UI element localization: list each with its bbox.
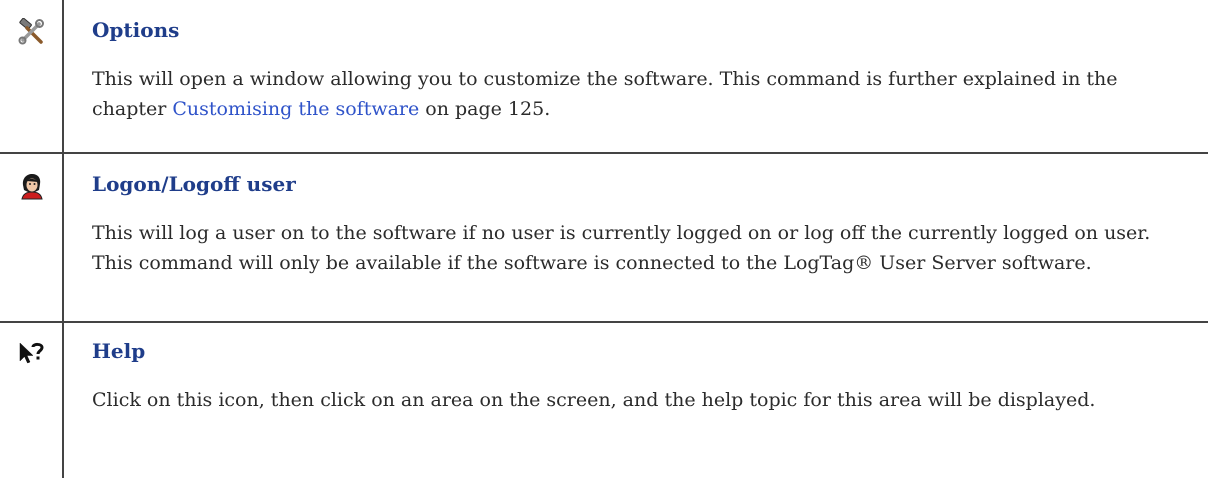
user-logon-icon — [18, 172, 44, 200]
text-cell: Help Click on this icon, then click on a… — [64, 323, 1208, 478]
command-description: Click on this icon, then click on an are… — [92, 389, 1096, 411]
text-cell: Logon/Logoff user This will log a user o… — [64, 154, 1208, 321]
command-title: Logon/Logoff user — [92, 172, 296, 196]
command-title: Help — [92, 339, 146, 363]
help-pointer-icon — [17, 341, 45, 367]
command-description: This will log a user on to the software … — [92, 222, 1151, 274]
icon-cell — [0, 154, 64, 321]
icon-cell — [0, 0, 64, 152]
description-text-after: on page 125. — [419, 98, 551, 120]
command-row-options: Options This will open a window allowing… — [0, 0, 1208, 154]
command-table: Options This will open a window allowing… — [0, 0, 1208, 478]
command-description: This will open a window allowing you to … — [92, 64, 1194, 124]
tools-icon — [17, 18, 45, 46]
icon-cell — [0, 323, 64, 478]
text-cell: Options This will open a window allowing… — [64, 0, 1208, 152]
command-title: Options — [92, 18, 180, 42]
command-row-logon: Logon/Logoff user This will log a user o… — [0, 154, 1208, 323]
chapter-link[interactable]: Customising the software — [172, 98, 419, 120]
command-row-help: Help Click on this icon, then click on a… — [0, 323, 1208, 478]
